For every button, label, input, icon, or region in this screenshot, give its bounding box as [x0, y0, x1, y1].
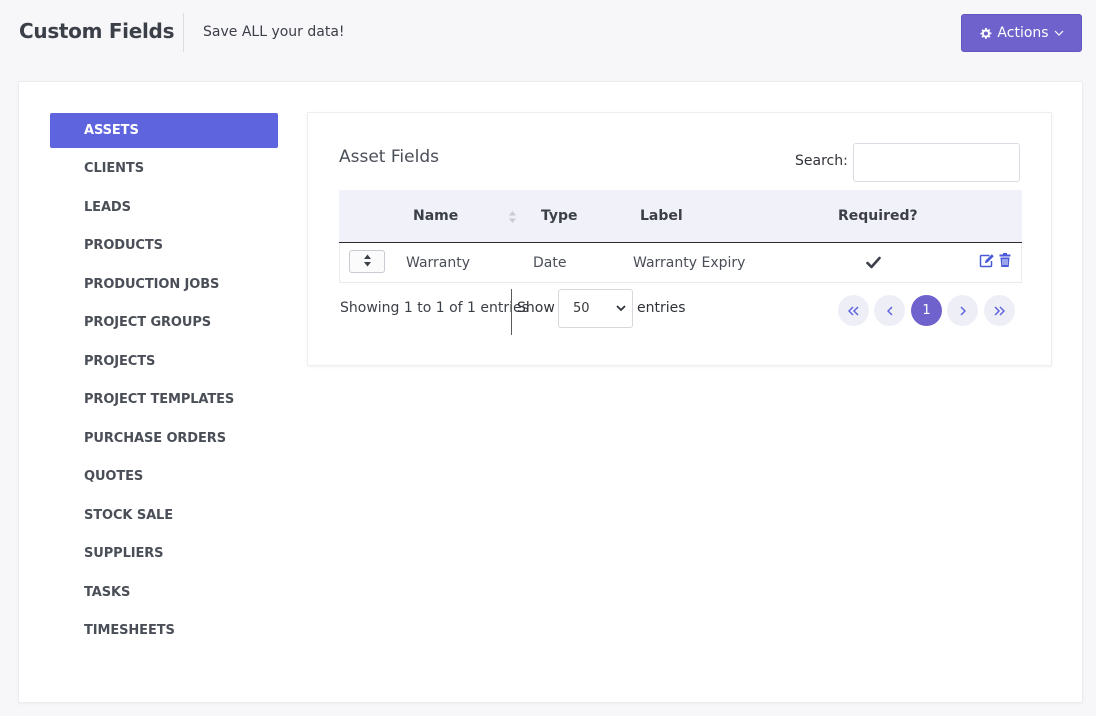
sidebar-item-project-templates[interactable]: PROJECT TEMPLATES	[50, 382, 278, 417]
column-header-label[interactable]: Label	[640, 208, 683, 224]
sidebar-item-projects[interactable]: PROJECTS	[50, 344, 278, 379]
previous-page-button[interactable]	[874, 295, 905, 326]
drag-handle-icon	[363, 252, 372, 271]
showing-info: Showing 1 to 1 of 1 entries	[340, 300, 529, 316]
trash-icon[interactable]	[999, 253, 1011, 272]
last-page-button[interactable]	[984, 295, 1015, 326]
sidebar-item-clients[interactable]: CLIENTS	[50, 151, 278, 186]
page-subtitle: Save ALL your data!	[203, 24, 345, 40]
cell-name: Warranty	[406, 255, 471, 271]
panel-title: Asset Fields	[339, 147, 439, 167]
sidebar-item-timesheets[interactable]: TIMESHEETS	[50, 613, 278, 648]
chevron-down-icon	[616, 305, 626, 312]
page-length-value: 50	[573, 301, 590, 316]
drag-handle-button[interactable]	[349, 250, 385, 273]
sidebar-item-suppliers[interactable]: SUPPLIERS	[50, 536, 278, 571]
sidebar-item-products[interactable]: PRODUCTS	[50, 228, 278, 263]
page-length-select[interactable]: 50	[558, 289, 633, 328]
page-1-button[interactable]: 1	[911, 295, 942, 326]
page-title: Custom Fields	[19, 19, 175, 43]
title-divider	[183, 13, 184, 52]
show-label: Show	[517, 300, 555, 316]
sidebar-item-leads[interactable]: LEADS	[50, 190, 278, 225]
column-header-type[interactable]: Type	[541, 208, 578, 224]
sidebar-item-production-jobs[interactable]: PRODUCTION JOBS	[50, 267, 278, 302]
edit-icon[interactable]	[979, 253, 995, 272]
double-chevron-right-icon	[994, 301, 1006, 320]
sidebar-item-project-groups[interactable]: PROJECT GROUPS	[50, 305, 278, 340]
next-page-button[interactable]	[947, 295, 978, 326]
check-icon	[866, 254, 881, 273]
sort-icon[interactable]	[508, 209, 517, 228]
column-header-required[interactable]: Required?	[838, 208, 918, 224]
chevron-down-icon	[1054, 30, 1064, 36]
column-header-name[interactable]: Name	[413, 208, 458, 224]
actions-button[interactable]: Actions	[961, 14, 1082, 52]
entries-label: entries	[637, 300, 686, 316]
actions-label: Actions	[997, 25, 1049, 41]
search-input[interactable]	[853, 143, 1020, 182]
gear-icon	[979, 27, 992, 40]
sidebar-item-purchase-orders[interactable]: PURCHASE ORDERS	[50, 421, 278, 456]
sidebar-item-tasks[interactable]: TASKS	[50, 575, 278, 610]
search-label: Search:	[795, 153, 848, 169]
top-bar: Custom Fields Save ALL your data! Action…	[0, 0, 1096, 66]
cell-type: Date	[533, 255, 567, 271]
sidebar-item-assets[interactable]: ASSETS	[50, 113, 278, 148]
double-chevron-left-icon	[847, 301, 859, 320]
chevron-right-icon	[959, 301, 966, 320]
sidebar-item-stock-sale[interactable]: STOCK SALE	[50, 498, 278, 533]
length-divider	[511, 289, 512, 335]
first-page-button[interactable]	[838, 295, 869, 326]
sidebar-item-quotes[interactable]: QUOTES	[50, 459, 278, 494]
cell-label: Warranty Expiry	[633, 255, 746, 271]
chevron-left-icon	[886, 301, 893, 320]
